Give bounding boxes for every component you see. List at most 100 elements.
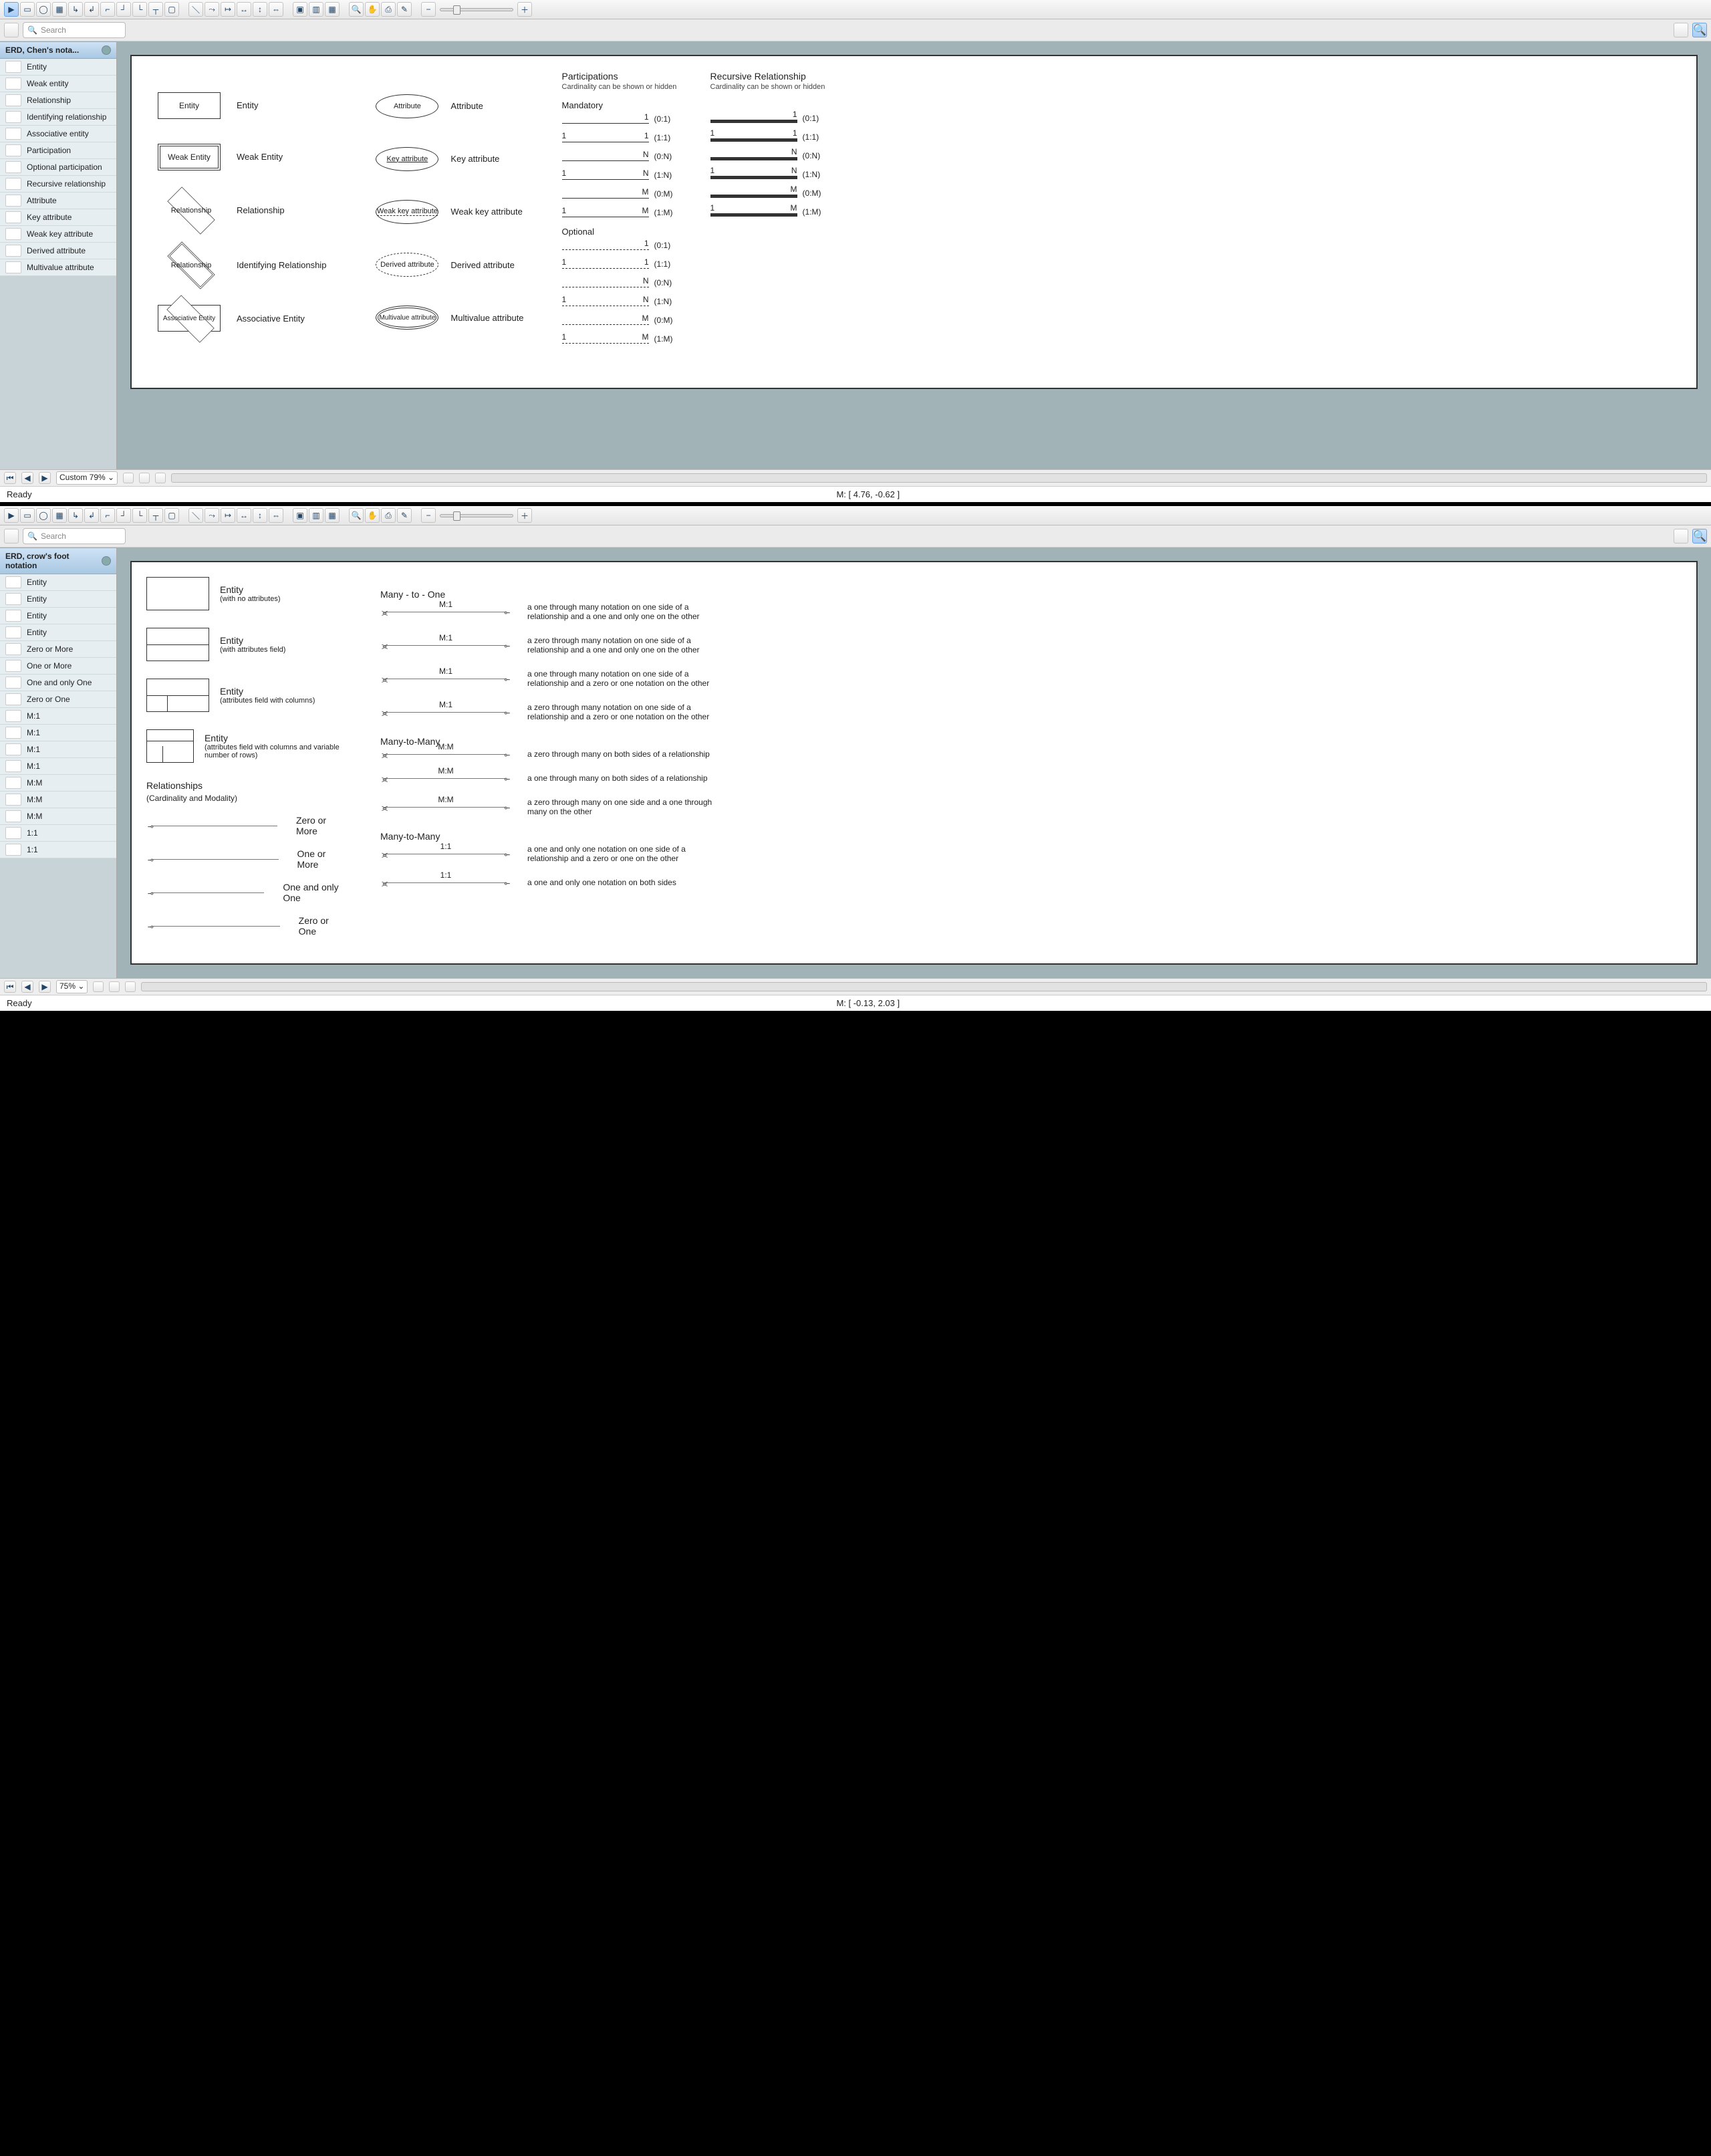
h-scrollbar[interactable] (141, 982, 1707, 991)
cardinality-line[interactable]: 1M(1:M) (562, 208, 684, 217)
zoom-tool[interactable]: 🔍 (349, 2, 364, 17)
relationship-row[interactable]: ⪤M:1⟜a zero through many notation on one… (380, 636, 1682, 654)
sidebar-item[interactable]: M:1 (0, 758, 116, 775)
rect-tool[interactable]: ▭ (20, 508, 35, 523)
panel-header[interactable]: ERD, Chen's nota... (0, 41, 116, 59)
relationship-row[interactable]: ⪤M:M⟜a zero through many on both sides o… (380, 749, 1682, 759)
view-mode3[interactable] (155, 473, 166, 483)
sidebar-item[interactable]: 1:1 (0, 825, 116, 842)
hand-tool[interactable]: ✋ (365, 508, 380, 523)
ident-relationship-shape[interactable]: Relationship (158, 251, 225, 280)
associative-entity-shape[interactable]: Associative Entity (158, 305, 221, 332)
arrow-tool[interactable]: ↦ (221, 508, 235, 523)
close-icon[interactable] (102, 556, 111, 566)
zoom-slider[interactable] (440, 514, 513, 517)
nav-next[interactable]: ▶ (39, 472, 51, 484)
branch3-tool[interactable]: └ (132, 508, 147, 523)
view-mode2[interactable] (139, 473, 150, 483)
line-tool[interactable]: ＼ (188, 508, 203, 523)
weak-key-attribute-shape[interactable]: Weak key attribute (376, 200, 438, 224)
sidebar-item[interactable]: M:1 (0, 708, 116, 725)
cardinality-line[interactable]: 11(1:1) (562, 133, 684, 142)
group-tool[interactable]: ▣ (293, 2, 307, 17)
sidebar-item[interactable]: Entity (0, 59, 116, 76)
sidebar-item[interactable]: One and only One (0, 675, 116, 691)
sidebar-item[interactable]: One or More (0, 658, 116, 675)
relationship-simple[interactable]: ⊸One or More (146, 848, 347, 870)
cardinality-line[interactable]: 1(0:1) (562, 241, 684, 250)
search-box[interactable]: 🔍 Search (23, 22, 126, 38)
sidebar-item[interactable]: Entity (0, 574, 116, 591)
print-tool[interactable]: ⎙ (381, 2, 396, 17)
zoom-out-button[interactable]: − (421, 508, 436, 523)
varr-tool[interactable]: ↕ (253, 508, 267, 523)
close-icon[interactable] (102, 45, 111, 55)
harr-tool[interactable]: ↔ (237, 2, 251, 17)
branch3-tool[interactable]: └ (132, 2, 147, 17)
search-box[interactable]: 🔍 Search (23, 528, 126, 544)
sidebar-item[interactable]: M:1 (0, 741, 116, 758)
sidebar-item[interactable]: Weak key attribute (0, 226, 116, 243)
nav-prev[interactable]: ◀ (21, 472, 33, 484)
canvas[interactable]: Entity(with no attributes)Entity(with at… (130, 561, 1698, 965)
sidebar-item[interactable]: Attribute (0, 193, 116, 209)
arrow-tool[interactable]: ↦ (221, 2, 235, 17)
sub-tool[interactable]: ▥ (309, 2, 323, 17)
sidebar-item[interactable]: M:M (0, 792, 116, 808)
view-grid[interactable] (1674, 23, 1688, 37)
sidebar-item[interactable]: M:M (0, 775, 116, 792)
sidebar-item[interactable]: Entity (0, 624, 116, 641)
grid-tool[interactable]: ▦ (52, 508, 67, 523)
h-scrollbar[interactable] (171, 473, 1707, 483)
cardinality-line[interactable]: 11(1:1) (562, 259, 684, 269)
cardinality-line[interactable]: 1N(1:N) (562, 297, 684, 306)
group-tool[interactable]: ▣ (293, 508, 307, 523)
tree-toggle[interactable] (4, 529, 19, 544)
view-mode1[interactable] (123, 473, 134, 483)
multivalue-attribute-shape[interactable]: Multivalue attribute (376, 306, 438, 330)
tree-tool[interactable]: ┬ (148, 508, 163, 523)
rect-tool[interactable]: ▭ (20, 2, 35, 17)
cardinality-line[interactable]: N(0:N) (710, 151, 832, 160)
sidebar-item[interactable]: Zero or One (0, 691, 116, 708)
relationship-shape[interactable]: Relationship (158, 196, 225, 225)
branch-tool[interactable]: ⌐ (100, 508, 115, 523)
pointer-tool[interactable]: ▶ (4, 508, 19, 523)
zoom-select[interactable]: Custom 79% ⌄ (56, 471, 118, 485)
lib-tool[interactable]: ▦ (325, 2, 340, 17)
dual-tool[interactable]: ⇔ (269, 508, 283, 523)
pen-tool[interactable]: ✎ (397, 508, 412, 523)
zoom-in-button[interactable]: ＋ (517, 508, 532, 523)
cardinality-line[interactable]: M(0:M) (562, 189, 684, 199)
branch2-tool[interactable]: ┘ (116, 2, 131, 17)
sidebar-item[interactable]: Key attribute (0, 209, 116, 226)
cardinality-line[interactable]: M(0:M) (562, 316, 684, 325)
sidebar-item[interactable]: Identifying relationship (0, 109, 116, 126)
relationship-row[interactable]: ⪤M:1⟜a one through many notation on one … (380, 669, 1682, 688)
curve-tool[interactable]: ⤳ (205, 2, 219, 17)
derived-attribute-shape[interactable]: Derived attribute (376, 253, 438, 277)
tree-toggle[interactable] (4, 23, 19, 37)
sidebar-item[interactable]: Derived attribute (0, 243, 116, 259)
relationship-simple[interactable]: ⊸Zero or More (146, 815, 347, 836)
sidebar-item[interactable]: Recursive relationship (0, 176, 116, 193)
entity-variant[interactable]: Entity(attributes field with columns) (146, 679, 347, 712)
nav-next[interactable]: ▶ (39, 981, 51, 993)
nav-first[interactable]: ⏮ (4, 981, 16, 993)
relationship-row[interactable]: ⪤M:1⟜a one through many notation on one … (380, 602, 1682, 621)
hand-tool[interactable]: ✋ (365, 2, 380, 17)
cardinality-line[interactable]: 1N(1:N) (710, 170, 832, 179)
view-mode2[interactable] (109, 981, 120, 992)
sidebar-item[interactable]: 1:1 (0, 842, 116, 858)
doc-tool[interactable]: ▢ (164, 508, 179, 523)
sidebar-item[interactable]: Associative entity (0, 126, 116, 142)
pen-tool[interactable]: ✎ (397, 2, 412, 17)
cardinality-line[interactable]: 1N(1:N) (562, 170, 684, 180)
view-search[interactable]: 🔍 (1692, 23, 1707, 37)
view-grid[interactable] (1674, 529, 1688, 544)
panel-header[interactable]: ERD, crow's foot notation (0, 548, 116, 574)
varr-tool[interactable]: ↕ (253, 2, 267, 17)
view-mode1[interactable] (93, 981, 104, 992)
sidebar-item[interactable]: Entity (0, 591, 116, 608)
relationship-simple[interactable]: ⊸One and only One (146, 882, 347, 903)
